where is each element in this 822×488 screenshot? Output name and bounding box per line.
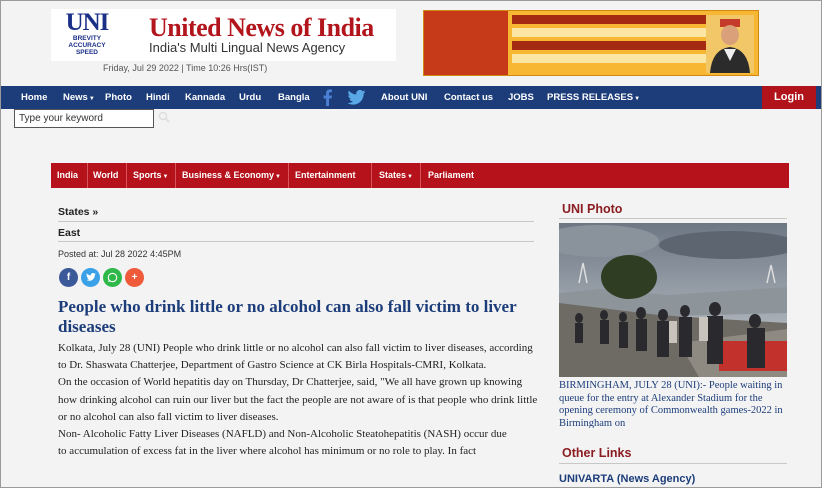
category-world[interactable]: World	[93, 163, 118, 188]
category-parliament[interactable]: Parliament	[428, 163, 474, 188]
ad-band	[512, 15, 708, 24]
chevron-down-icon: ▼	[407, 174, 413, 180]
search-icon[interactable]	[158, 111, 170, 123]
category-divider	[175, 163, 176, 188]
category-divider	[87, 163, 88, 188]
article-body: Kolkata, July 28 (UNI) People who drink …	[58, 340, 538, 460]
category-business-economy[interactable]: Business & Economy▼	[182, 163, 281, 188]
advertisement-banner[interactable]	[423, 10, 759, 76]
category-nav: India World Sports▼ Business & Economy▼ …	[51, 163, 789, 188]
facebook-share-icon[interactable]: f	[59, 268, 78, 287]
page-frame: UNI BREVITY ACCURACY SPEED United News o…	[0, 0, 822, 488]
nav-about-uni[interactable]: About UNI	[381, 86, 427, 109]
more-share-icon[interactable]: +	[125, 268, 144, 287]
category-divider	[420, 163, 421, 188]
article-paragraph: Kolkata, July 28 (UNI) People who drink …	[58, 342, 533, 372]
article-paragraph: to accumulation of excess fat in the liv…	[58, 445, 477, 458]
uni-photo-title: UNI Photo	[562, 202, 623, 216]
chevron-down-icon: ▼	[275, 174, 281, 180]
uni-photo-image[interactable]	[559, 223, 787, 377]
divider	[58, 221, 534, 222]
nav-home[interactable]: Home	[21, 86, 47, 109]
divider	[559, 463, 787, 464]
category-states[interactable]: States▼	[379, 163, 413, 188]
divider	[58, 241, 534, 242]
chevron-down-icon: ▼	[162, 174, 169, 180]
article-paragraph: On the occasion of World hepatitis day o…	[58, 376, 538, 423]
ad-band	[512, 54, 708, 63]
category-divider	[126, 163, 127, 188]
chevron-down-icon: ▼	[88, 96, 95, 102]
facebook-icon[interactable]	[322, 89, 333, 106]
other-links-title: Other Links	[562, 446, 632, 460]
other-link-univarta[interactable]: UNIVARTA (News Agency)	[559, 473, 695, 485]
nav-news[interactable]: News▼	[63, 86, 95, 109]
category-india[interactable]: India	[57, 163, 78, 188]
logo-line-2: ACCURACY	[68, 42, 106, 49]
logo-line-1: BREVITY	[72, 35, 102, 42]
article-paragraph: Non- Alcoholic Fatty Liver Diseases (NAF…	[58, 428, 507, 441]
logo-line-3: SPEED	[75, 49, 99, 56]
nav-hindi[interactable]: Hindi	[146, 86, 170, 109]
twitter-share-icon[interactable]	[81, 268, 100, 287]
main-nav: Home News▼ Photo Hindi Kannada Urdu Bang…	[1, 86, 821, 109]
ad-bands	[512, 15, 708, 67]
ad-band	[512, 28, 708, 37]
category-sports[interactable]: Sports▼	[133, 163, 168, 188]
article-headline: People who drink little or no alcohol ca…	[58, 297, 517, 336]
divider	[559, 218, 787, 219]
category-divider	[288, 163, 289, 188]
twitter-icon[interactable]	[347, 90, 366, 105]
date-time: Friday, Jul 29 2022 | Time 10:26 Hrs(IST…	[103, 63, 268, 73]
site-title: United News of India	[149, 13, 374, 42]
nav-kannada[interactable]: Kannada	[185, 86, 225, 109]
section-label[interactable]: East	[58, 227, 80, 239]
nav-photo[interactable]: Photo	[105, 86, 132, 109]
category-entertainment[interactable]: Entertainment	[295, 163, 356, 188]
nav-press-releases[interactable]: PRESS RELEASES▼	[547, 86, 640, 109]
ad-band	[512, 41, 708, 50]
nav-jobs[interactable]: JOBS	[508, 86, 534, 109]
category-sports-label: Sports	[133, 170, 162, 180]
uni-logo-mark: UNI BREVITY ACCURACY SPEED	[59, 9, 115, 59]
category-states-label: States	[379, 170, 407, 180]
search-input[interactable]: Type your keyword	[14, 109, 154, 128]
site-logo[interactable]: UNI BREVITY ACCURACY SPEED United News o…	[51, 9, 396, 61]
breadcrumb[interactable]: States »	[58, 206, 98, 218]
nav-news-label: News	[63, 92, 88, 103]
nav-urdu[interactable]: Urdu	[239, 86, 261, 109]
whatsapp-share-icon[interactable]	[103, 268, 122, 287]
posted-date: Posted at: Jul 28 2022 4:45PM	[58, 249, 182, 259]
photo-caption[interactable]: BIRMINGHAM, JULY 28 (UNI):- People waiti…	[559, 380, 787, 428]
login-button[interactable]: Login	[762, 86, 816, 109]
site-tagline: India's Multi Lingual News Agency	[149, 40, 346, 55]
category-divider	[371, 163, 372, 188]
nav-contact-us[interactable]: Contact us	[444, 86, 493, 109]
nav-bangla[interactable]: Bangla	[278, 86, 310, 109]
ad-text-block	[424, 11, 508, 75]
nav-press-releases-label: PRESS RELEASES	[547, 92, 634, 103]
logo-initials: UNI	[65, 9, 110, 36]
chevron-down-icon: ▼	[634, 96, 641, 102]
category-business-economy-label: Business & Economy	[182, 170, 275, 180]
ad-portrait-image	[706, 15, 754, 73]
